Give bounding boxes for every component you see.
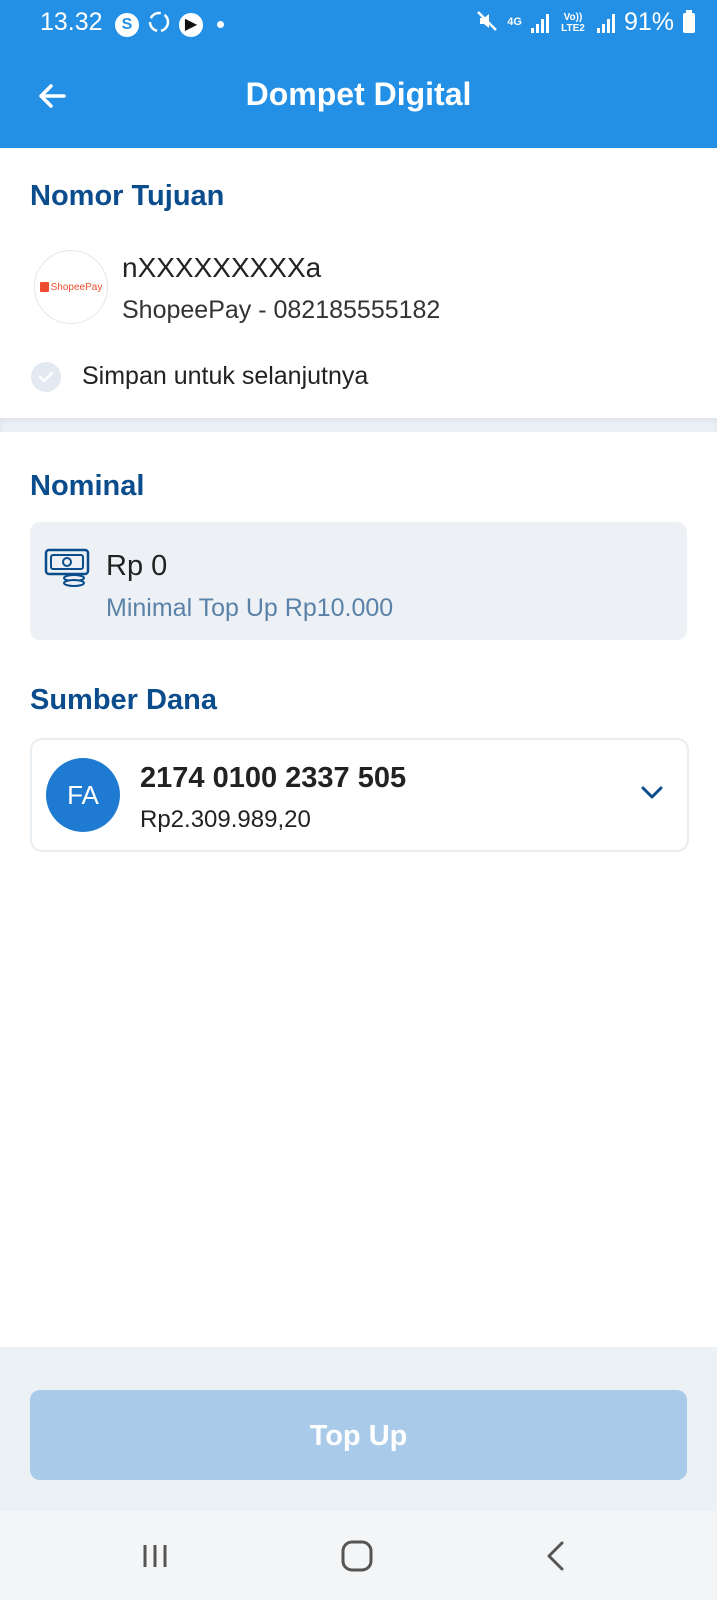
more-notifications-dot [217, 21, 224, 28]
status-time: 13.32 [40, 8, 103, 36]
page-title: Dompet Digital [245, 76, 472, 112]
avatar: FA [46, 758, 120, 832]
shopeepay-logo: ShopeePay [34, 250, 108, 324]
volte-label: Vo)) LTE2 [561, 11, 585, 34]
nominal-input[interactable]: Rp 0 Minimal Top Up Rp10.000 [30, 522, 687, 640]
recycle-icon [147, 10, 171, 39]
account-balance: Rp2.309.989,20 [140, 806, 311, 833]
s-app-icon: S [115, 12, 139, 37]
source-account-dropdown[interactable]: FA 2174 0100 2337 505 Rp2.309.989,20 [30, 738, 689, 852]
section-divider [0, 418, 717, 432]
notification-icons: S ▶ [115, 10, 224, 39]
recent-apps-button[interactable] [132, 1533, 178, 1579]
nominal-section-title: Nominal [30, 470, 145, 502]
money-icon [44, 548, 90, 587]
destination-name: nXXXXXXXXXa [122, 252, 322, 283]
shopee-bag-icon [39, 282, 49, 292]
nominal-value: Rp 0 [106, 550, 168, 582]
signal-icon [530, 13, 549, 33]
app-bar: 13.32 S ▶ 4G Vo)) LTE2 91% Dompet Digita… [0, 0, 717, 148]
shopeepay-logo-label: ShopeePay [50, 281, 103, 293]
save-checkbox[interactable] [31, 362, 61, 392]
source-section-title: Sumber Dana [30, 684, 217, 716]
system-nav-bar [0, 1511, 717, 1600]
system-back-button[interactable] [534, 1533, 580, 1579]
account-number: 2174 0100 2337 505 [140, 762, 407, 794]
status-indicators: 4G Vo)) LTE2 91% [476, 8, 695, 37]
mute-icon [476, 10, 498, 35]
battery-icon [683, 9, 695, 33]
network-4g-label: 4G [507, 16, 522, 28]
destination-section-title: Nomor Tujuan [30, 180, 225, 212]
check-icon [38, 371, 54, 383]
signal-icon-2 [596, 13, 615, 33]
save-for-next-label[interactable]: Simpan untuk selanjutnya [82, 362, 368, 391]
chevron-down-icon [641, 786, 663, 799]
battery-percent: 91% [623, 8, 674, 36]
recent-apps-icon [143, 1545, 167, 1567]
play-app-icon: ▶ [179, 12, 203, 37]
destination-detail: ShopeePay - 082185555182 [122, 296, 441, 324]
home-button[interactable] [334, 1533, 380, 1579]
top-up-button[interactable]: Top Up [30, 1390, 687, 1480]
home-icon [341, 1540, 373, 1572]
back-chevron-icon [547, 1541, 564, 1571]
status-bar: 13.32 S ▶ 4G Vo)) LTE2 91% [0, 0, 717, 46]
nominal-hint: Minimal Top Up Rp10.000 [106, 594, 394, 622]
